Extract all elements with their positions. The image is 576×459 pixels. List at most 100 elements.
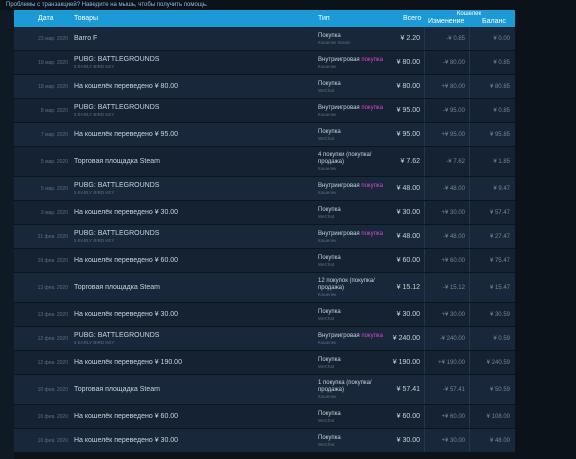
row-change: +¥ 190.00: [424, 351, 469, 374]
row-total: ¥ 190.00: [390, 351, 424, 374]
row-total: ¥ 57.41: [390, 375, 424, 404]
row-type-sub: WeChat: [318, 315, 335, 321]
row-total-text: ¥ 80.00: [396, 83, 420, 90]
row-balance-text: ¥ 80.85: [489, 83, 510, 90]
row-change: +¥ 30.00: [424, 429, 469, 452]
row-balance-text: ¥ 57.47: [489, 209, 510, 216]
table-row[interactable]: 13 фев. 2020 Торговая площадка Steam 12 по…: [14, 273, 515, 303]
row-type-sub: Кошелек: [318, 394, 337, 399]
row-type-text: Покупка: [318, 434, 341, 441]
row-type-accent: покупка: [361, 230, 383, 237]
row-type: Покупка WeChat: [318, 405, 390, 428]
row-total-text: ¥ 48.00: [396, 185, 420, 192]
table-row[interactable]: 3 мар. 2020 На кошелёк переведено ¥ 30.00…: [14, 201, 515, 225]
row-change: +¥ 30.00: [424, 201, 469, 224]
table-row[interactable]: 19 фев. 2020 На кошелёк переведено ¥ 60.0…: [14, 249, 515, 273]
help-text[interactable]: Проблемы с транзакцией? Наведите на мышь…: [6, 0, 208, 10]
row-type-main: Внутриигровая покупка: [318, 57, 390, 64]
table-row[interactable]: 19 мар. 2020 PUBG: BATTLEGROUNDS 5 EARLY B…: [14, 51, 515, 75]
row-item-title: PUBG: BATTLEGROUNDS: [74, 182, 160, 189]
row-type-sub: WeChat: [318, 135, 335, 141]
row-change: -¥ 57.41: [424, 375, 469, 404]
table-row[interactable]: 10 фев. 2020 На кошелёк переведено ¥ 30.0…: [14, 429, 515, 453]
row-type-sub: Кошелек: [318, 63, 337, 69]
row-type-main: 4 покупки (покупка/продажа): [318, 152, 390, 166]
row-type: 1 покупка (покупка/продажа) Кошелек: [318, 375, 390, 404]
table-row[interactable]: 23 мар. 2020 Barro F Покупка Кошелек Steam ¥…: [14, 27, 515, 51]
row-type: Покупка WeChat: [318, 123, 390, 146]
table-row[interactable]: 5 мар. 2020 PUBG: BATTLEGROUNDS 5 EARLY BI…: [14, 177, 515, 201]
row-balance-text: ¥ 75.47: [489, 257, 510, 264]
row-item-title: На кошелёк переведено ¥ 30.00: [74, 208, 179, 216]
row-item: На кошелёк переведено ¥ 190.00: [74, 351, 304, 374]
row-balance-text: ¥ 0.59: [493, 335, 510, 342]
table-row[interactable]: 5 мар. 2020 Торговая площадка Steam 4 поку…: [14, 147, 515, 177]
row-change-text: +¥ 190.00: [438, 359, 465, 366]
row-change-text: +¥ 95.00: [441, 131, 465, 138]
row-date-text: 5 мар. 2020: [40, 185, 68, 192]
row-change-text: -¥ 240.00: [439, 335, 465, 342]
row-total-text: ¥ 60.00: [396, 257, 420, 264]
row-total-text: ¥ 48.00: [396, 233, 420, 240]
row-date-text: 18 мар. 2020: [38, 83, 68, 90]
row-item-subtitle: 5 EARLY BIRD KEY: [74, 64, 115, 69]
row-item: PUBG: BATTLEGROUNDS 5 EARLY BIRD KEY: [74, 99, 304, 122]
row-total: ¥ 80.00: [390, 51, 424, 74]
row-balance-text: ¥ 15.47: [489, 284, 510, 291]
row-date: 18 мар. 2020: [14, 75, 68, 98]
row-change: +¥ 95.00: [424, 123, 469, 146]
row-balance: ¥ 80.85: [469, 75, 514, 98]
table-row[interactable]: 18 мар. 2020 На кошелёк переведено ¥ 80.0…: [14, 75, 515, 99]
row-change-text: -¥ 48.00: [442, 233, 465, 240]
purchase-history-page: Проблемы с транзакцией? Наведите на мышь…: [0, 0, 576, 459]
header-type: Тип: [318, 15, 330, 22]
row-date-text: 12 фев. 2020: [37, 359, 68, 366]
row-type-sub: Кошелек: [318, 189, 337, 195]
row-change: -¥ 7.62: [424, 147, 469, 176]
row-type-sub: WeChat: [318, 417, 335, 423]
row-change-text: -¥ 57.41: [442, 386, 465, 393]
table-row[interactable]: 10 фев. 2020 Торговая площадка Steam 1 пок…: [14, 375, 515, 405]
row-item: PUBG: BATTLEGROUNDS 5 EARLY BIRD KEY: [74, 177, 304, 200]
row-type-sub: WeChat: [318, 213, 335, 219]
table-row[interactable]: 8 мар. 2020 PUBG: BATTLEGROUNDS 5 EARLY BI…: [14, 99, 515, 123]
row-type-main: Покупка: [318, 81, 390, 88]
row-type-sub: Кошелек: [318, 292, 337, 297]
row-balance: ¥ 15.47: [469, 273, 514, 302]
row-item: На кошелёк переведено ¥ 80.00: [74, 75, 304, 98]
row-balance: ¥ 50.59: [469, 375, 514, 404]
row-item-subtitle: 5 EARLY BIRD KEY: [74, 112, 115, 117]
transactions-table: Дата Товары Тип Всего Кошелек Изменение …: [14, 10, 515, 453]
row-item: Торговая площадка Steam: [74, 273, 304, 302]
row-type-sub: Кошелек: [318, 237, 337, 243]
row-date: 10 фев. 2020: [14, 375, 68, 404]
header-balance: Баланс: [482, 18, 506, 25]
row-date-text: 19 мар. 2020: [38, 59, 68, 66]
row-balance-text: ¥ 1.85: [493, 158, 510, 165]
row-total: ¥ 30.00: [390, 429, 424, 452]
row-date: 3 мар. 2020: [14, 201, 68, 224]
row-item: На кошелёк переведено ¥ 30.00: [74, 201, 304, 224]
row-change-text: +¥ 30.00: [441, 209, 465, 216]
row-date-text: 23 мар. 2020: [38, 35, 68, 42]
row-type-text: Покупка: [318, 308, 341, 315]
table-row[interactable]: 12 фев. 2020 На кошелёк переведено ¥ 190.…: [14, 351, 515, 375]
table-row[interactable]: 13 фев. 2020 На кошелёк переведено ¥ 30.0…: [14, 303, 515, 327]
row-date: 13 фев. 2020: [14, 303, 68, 326]
row-total: ¥ 2.20: [390, 27, 424, 50]
header-wallet: Кошелек: [456, 11, 482, 17]
row-type: 12 покупок (покупка/продажа) Кошелек: [318, 273, 390, 302]
row-total: ¥ 95.00: [390, 99, 424, 122]
table-row[interactable]: 12 фев. 2020 PUBG: BATTLEGROUNDS 5 EARLY B…: [14, 327, 515, 351]
row-type-accent: покупка: [361, 182, 383, 189]
row-item: Торговая площадка Steam: [74, 375, 304, 404]
row-date-text: 10 фев. 2020: [37, 413, 68, 420]
row-change-text: -¥ 95.00: [442, 107, 465, 114]
row-type-text: Покупка: [318, 80, 341, 87]
table-row[interactable]: 21 фев. 2020 PUBG: BATTLEGROUNDS 5 EARLY B…: [14, 225, 515, 249]
row-item-title: PUBG: BATTLEGROUNDS: [74, 332, 160, 339]
table-row[interactable]: 7 мар. 2020 На кошелёк переведено ¥ 95.00…: [14, 123, 515, 147]
row-date-text: 7 мар. 2020: [40, 131, 68, 138]
table-row[interactable]: 10 фев. 2020 На кошелёк переведено ¥ 60.0…: [14, 405, 515, 429]
row-type-text: Покупка: [318, 32, 341, 39]
